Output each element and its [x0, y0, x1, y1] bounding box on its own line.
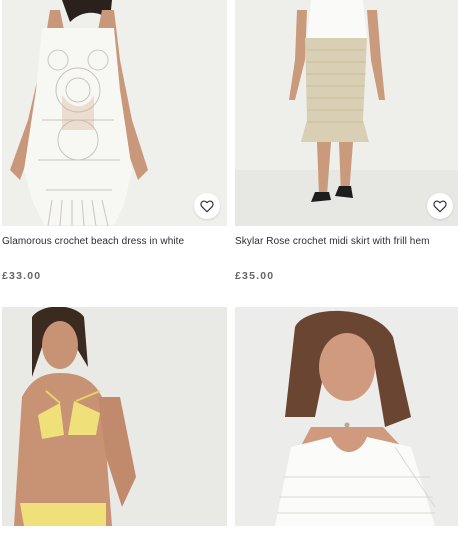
- product-title[interactable]: Glamorous crochet beach dress in white: [2, 235, 227, 249]
- product-image[interactable]: [235, 307, 458, 526]
- product-grid: Glamorous crochet beach dress in white £…: [0, 0, 458, 526]
- wishlist-button[interactable]: [427, 193, 453, 219]
- product-image[interactable]: [2, 0, 227, 226]
- product-card[interactable]: Skylar Rose crochet midi skirt with fril…: [235, 0, 458, 282]
- product-card[interactable]: [235, 307, 458, 547]
- heart-outline-icon: [433, 200, 447, 212]
- product-image[interactable]: [235, 0, 458, 226]
- product-card[interactable]: Glamorous crochet beach dress in white £…: [2, 0, 227, 282]
- product-title[interactable]: Skylar Rose crochet midi skirt with fril…: [235, 235, 458, 249]
- product-price: £35.00: [235, 270, 275, 282]
- heart-outline-icon: [200, 200, 214, 212]
- wishlist-button[interactable]: [194, 193, 220, 219]
- product-card[interactable]: [2, 307, 227, 547]
- product-image[interactable]: [2, 307, 227, 526]
- product-price: £33.00: [2, 270, 42, 282]
